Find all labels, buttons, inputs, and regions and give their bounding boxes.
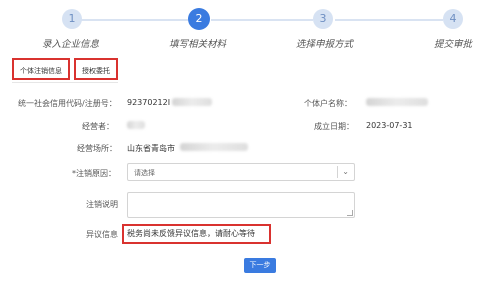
step-1-label: 录入企业信息 (42, 39, 100, 50)
tab-authorization[interactable]: 授权委托 (74, 58, 118, 80)
step-4-circle: 4 (443, 9, 463, 29)
select-separator (337, 166, 338, 178)
step-3-label: 选择申报方式 (296, 39, 354, 50)
premises-label: 经营场所： (77, 144, 117, 153)
reason-select[interactable]: 请选择 ⌄ (127, 163, 355, 181)
step-2-label: 填写相关材料 (169, 39, 227, 50)
redacted-blur (180, 143, 248, 151)
redacted-blur (366, 98, 428, 106)
next-button[interactable]: 下一步 (244, 258, 276, 273)
established-label: 成立日期： (314, 122, 354, 131)
resize-handle-icon[interactable] (347, 210, 353, 216)
step-2-circle: 2 (188, 8, 210, 30)
tab-cancellation-info[interactable]: 个体注销信息 (12, 58, 70, 80)
redacted-blur (172, 98, 212, 106)
dispute-info-value: 税务尚未反馈异议信息，请耐心等待 (122, 224, 271, 244)
dispute-label: 异议信息 (86, 230, 118, 239)
premises-value: 山东省青岛市 (127, 144, 175, 153)
owner-name-label: 个体户名称： (304, 99, 352, 108)
step-connector (335, 19, 443, 21)
reason-placeholder: 请选择 (134, 169, 155, 177)
note-label: 注销说明 (86, 200, 118, 209)
note-textarea[interactable] (127, 192, 355, 218)
operator-label: 经营者： (82, 122, 114, 131)
credit-code-value: 92370212I (127, 98, 171, 107)
established-value: 2023-07-31 (366, 121, 413, 130)
step-connector (211, 19, 313, 21)
step-1-circle: 1 (62, 9, 82, 29)
redacted-blur (127, 121, 145, 129)
step-4-label: 提交审批 (434, 39, 473, 50)
credit-code-label: 统一社会信用代码/注册号： (18, 99, 117, 108)
chevron-down-icon[interactable]: ⌄ (342, 167, 349, 176)
step-3-circle: 3 (313, 9, 333, 29)
tab-divider (12, 82, 118, 83)
step-connector (72, 19, 188, 21)
reason-label: *注销原因： (72, 169, 116, 178)
